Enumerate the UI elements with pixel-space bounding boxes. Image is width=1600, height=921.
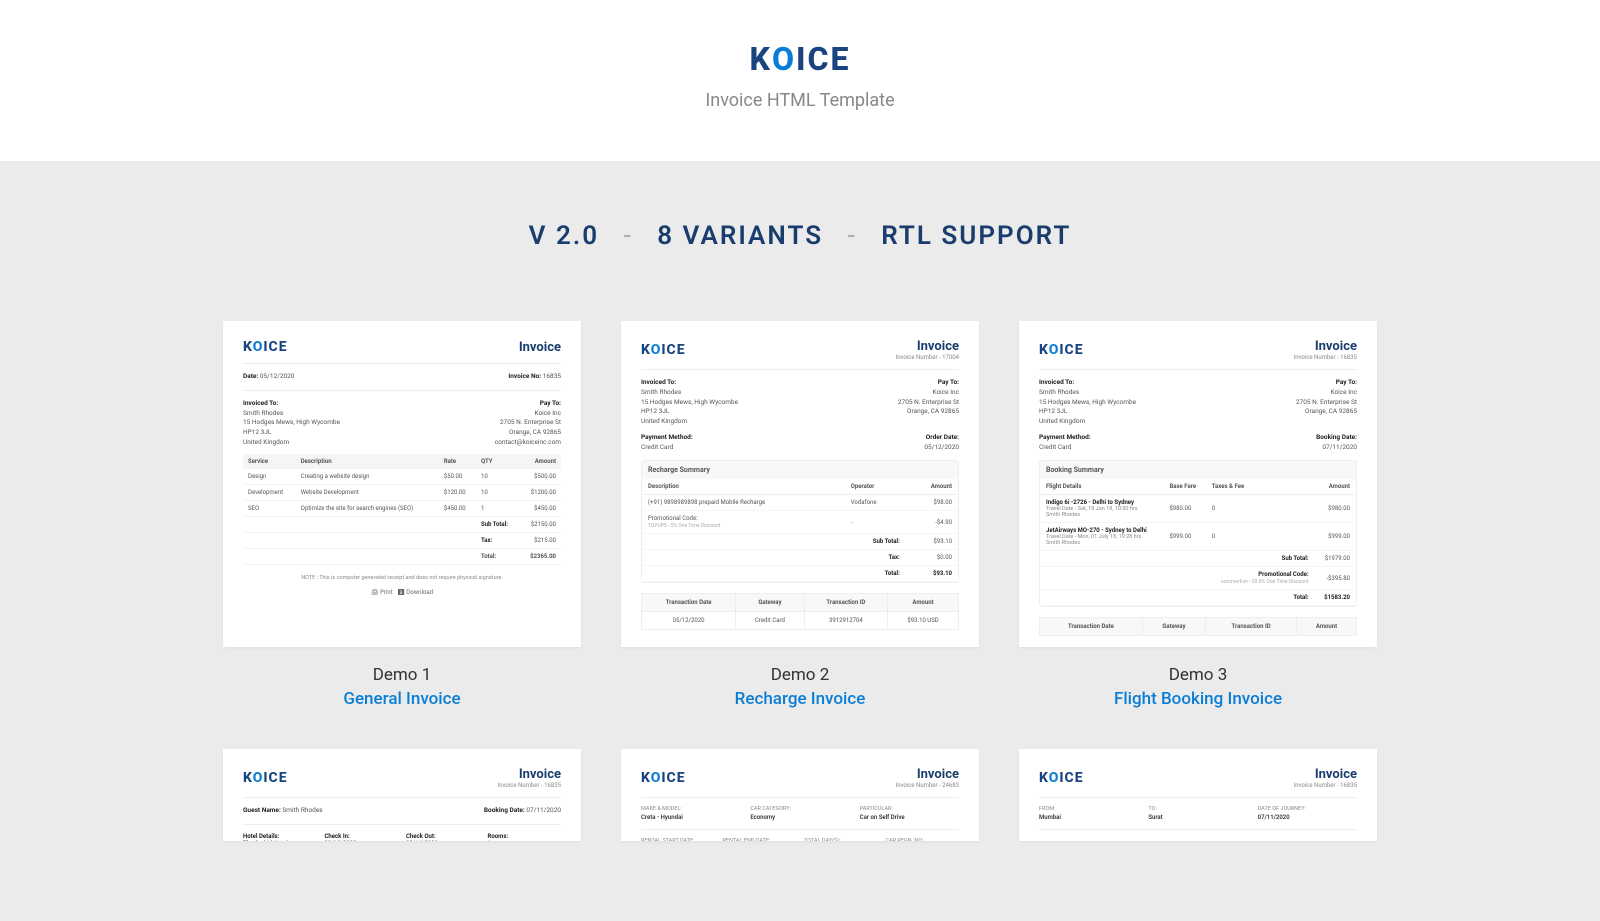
demo3-link[interactable]: Flight Booking Invoice	[1019, 689, 1377, 709]
version-line: V 2.0 - 8 VARIANTS - RTL SUPPORT	[0, 221, 1600, 251]
demo2-title: Demo 2	[621, 665, 979, 685]
demo5-preview[interactable]: KOICE InvoiceInvoice Number - 24683 MAKE…	[621, 749, 979, 841]
demo1-link[interactable]: General Invoice	[223, 689, 581, 709]
demo3-preview[interactable]: KOICE Invoice Invoice Number - 16835 Inv…	[1019, 321, 1377, 647]
demo2-link[interactable]: Recharge Invoice	[621, 689, 979, 709]
print-button[interactable]: 🖨 Print	[371, 589, 393, 596]
demo1-title: Demo 1	[223, 665, 581, 685]
demo6-preview[interactable]: KOICE InvoiceInvoice Number - 16835 FROM…	[1019, 749, 1377, 841]
subtitle: Invoice HTML Template	[0, 90, 1600, 111]
demo1-preview[interactable]: KOICE Invoice Date: 05/12/2020 Invoice N…	[223, 321, 581, 647]
main-logo: KOICE	[0, 40, 1600, 78]
demo2-preview[interactable]: KOICE Invoice Invoice Number - 17004 Inv…	[621, 321, 979, 647]
demo3-title: Demo 3	[1019, 665, 1377, 685]
demo4-preview[interactable]: KOICE InvoiceInvoice Number - 16835 Gues…	[223, 749, 581, 841]
download-button[interactable]: ⬇ Download	[397, 589, 433, 596]
